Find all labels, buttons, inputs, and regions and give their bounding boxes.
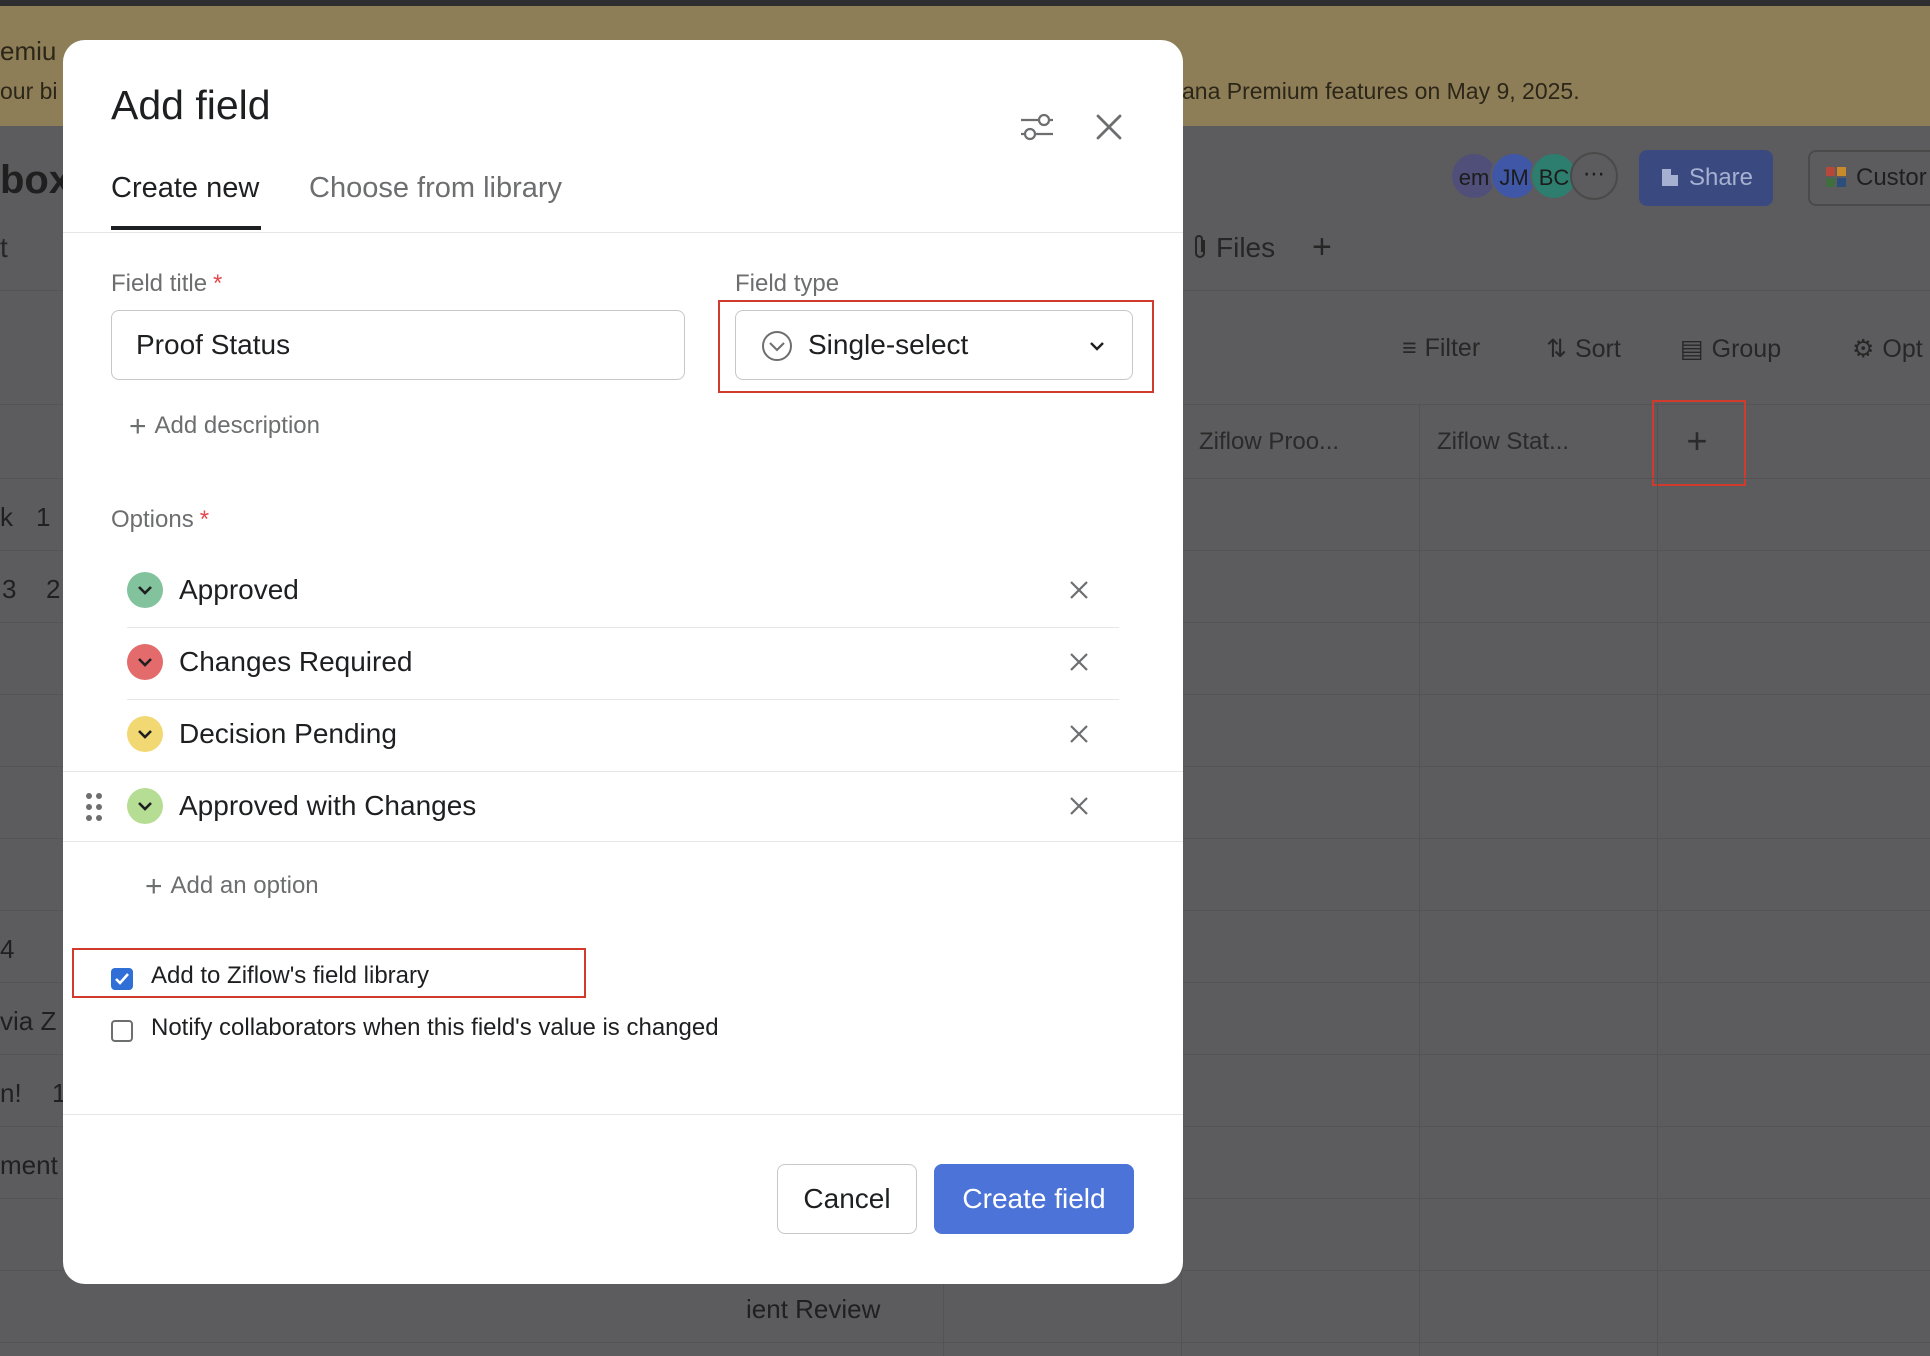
add-option-link[interactable]: + Add an option <box>145 870 319 904</box>
table-cell: 2 <box>46 574 61 604</box>
notify-collaborators-label[interactable]: Notify collaborators when this field's v… <box>151 1014 719 1042</box>
cancel-button[interactable]: Cancel <box>777 1164 917 1234</box>
settings-sliders-icon[interactable] <box>1013 103 1061 151</box>
field-type-highlight <box>718 300 1154 393</box>
create-field-button[interactable]: Create field <box>934 1164 1134 1234</box>
table-cell: ment <box>0 1150 58 1180</box>
sort-button[interactable]: ⇅ Sort <box>1546 334 1621 364</box>
checkbox-icon[interactable] <box>111 1020 133 1042</box>
option-color-chevron-icon[interactable] <box>127 572 163 608</box>
plus-icon: + <box>129 410 147 443</box>
column-header-status[interactable]: Ziflow Stat... <box>1437 428 1569 456</box>
required-mark: * <box>199 506 210 533</box>
table-cell: via Z <box>0 1006 57 1036</box>
banner-text-right: ana Premium features on May 9, 2025. <box>1182 78 1580 104</box>
remove-option-x-icon[interactable] <box>1065 576 1093 604</box>
add-option-label: Add an option <box>170 872 319 899</box>
sort-label: Sort <box>1574 335 1621 363</box>
option-row[interactable]: Decision Pending <box>63 698 1183 770</box>
paperclip-icon <box>1195 235 1205 258</box>
table-cell: k <box>0 502 13 532</box>
option-label[interactable]: Approved <box>179 554 299 626</box>
checkbox-icon[interactable] <box>111 968 133 990</box>
dialog-title: Add field <box>111 82 271 128</box>
option-row[interactable]: Approved with Changes <box>63 770 1183 842</box>
customize-label: Custor <box>1856 164 1927 191</box>
add-to-library-label[interactable]: Add to Ziflow's field library <box>151 962 429 990</box>
table-cell: 3 <box>2 574 17 604</box>
add-field-dialog: Add field Create new Choose from library… <box>63 40 1183 1284</box>
tab-create-new[interactable]: Create new <box>111 172 259 205</box>
table-cell: ient Review <box>746 1294 881 1324</box>
table-column-divider <box>1419 404 1420 1356</box>
more-avatars-icon[interactable]: ⋯ <box>1570 152 1618 200</box>
building-icon <box>1661 169 1678 186</box>
filter-button[interactable]: ≡ Filter <box>1402 334 1480 363</box>
project-title: box <box>0 158 72 202</box>
option-color-chevron-icon[interactable] <box>127 716 163 752</box>
add-column-highlight[interactable]: + <box>1652 400 1746 486</box>
filter-label: Filter <box>1424 334 1481 362</box>
options-button[interactable]: ⚙ Opt <box>1852 334 1923 364</box>
table-cell: n! <box>0 1078 22 1108</box>
table-row-line <box>0 1342 1930 1343</box>
tab-files[interactable]: Files <box>1192 232 1275 264</box>
group-label: Group <box>1711 335 1782 363</box>
group-icon: ▤ <box>1680 335 1704 363</box>
option-label[interactable]: Approved with Changes <box>179 770 476 842</box>
column-header-proof[interactable]: Ziflow Proo... <box>1199 428 1339 456</box>
option-color-chevron-icon[interactable] <box>127 644 163 680</box>
option-divider <box>63 841 1183 842</box>
filter-icon: ≡ <box>1402 334 1417 362</box>
tab-files-label: Files <box>1216 232 1276 263</box>
table-column-divider <box>1657 404 1658 1356</box>
footer-divider <box>63 1114 1183 1115</box>
customize-icon <box>1826 167 1846 187</box>
field-type-label: Field type <box>735 270 840 297</box>
options-label-text: Options <box>111 506 194 533</box>
options-label: Opt <box>1882 335 1923 363</box>
tabs-divider <box>63 232 1183 233</box>
table-cell: 1 <box>36 502 51 532</box>
required-mark: * <box>213 270 223 297</box>
share-label: Share <box>1688 164 1754 191</box>
field-title-label: Field title * <box>111 270 222 298</box>
add-tab-button[interactable]: + <box>1312 228 1332 267</box>
close-icon[interactable] <box>1085 103 1133 151</box>
customize-button[interactable]: Custor <box>1808 150 1930 206</box>
remove-option-x-icon[interactable] <box>1065 792 1093 820</box>
banner-text: our bi <box>0 78 58 104</box>
options-icon: ⚙ <box>1852 335 1875 363</box>
field-title-input[interactable]: Proof Status <box>111 310 685 380</box>
table-cell: 4 <box>0 934 15 964</box>
group-button[interactable]: ▤ Group <box>1680 334 1781 364</box>
active-tab-indicator <box>111 226 261 230</box>
drag-handle-icon[interactable] <box>85 792 103 822</box>
tab-choose-from-library[interactable]: Choose from library <box>309 172 562 205</box>
plus-icon: + <box>145 870 163 903</box>
remove-option-x-icon[interactable] <box>1065 720 1093 748</box>
option-color-chevron-icon[interactable] <box>127 788 163 824</box>
option-row[interactable]: Changes Required <box>63 626 1183 698</box>
option-row[interactable]: Approved <box>63 554 1183 626</box>
option-label[interactable]: Decision Pending <box>179 698 397 770</box>
add-description-label: Add description <box>154 412 320 439</box>
add-column-plus-icon[interactable]: + <box>1652 400 1742 482</box>
field-title-label-text: Field title <box>111 270 208 297</box>
options-label: Options * <box>111 506 209 534</box>
remove-option-x-icon[interactable] <box>1065 648 1093 676</box>
sort-icon: ⇅ <box>1546 335 1567 363</box>
option-label[interactable]: Changes Required <box>179 626 413 698</box>
banner-title: emiu <box>0 36 57 66</box>
project-tab[interactable]: t <box>0 232 8 264</box>
share-button[interactable]: Share <box>1639 150 1773 206</box>
add-description-link[interactable]: + Add description <box>129 410 320 444</box>
